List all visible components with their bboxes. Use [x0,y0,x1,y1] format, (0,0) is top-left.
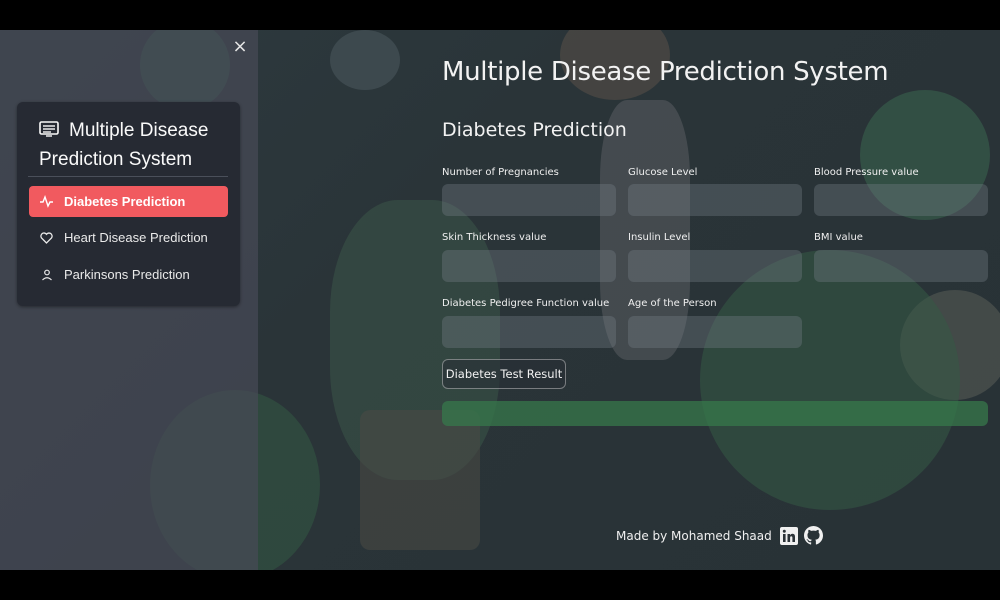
app-window: × Multiple Disease Prediction System Dia… [0,30,1000,570]
menu-divider [28,176,228,177]
section-title: Diabetes Prediction [442,119,627,141]
menu-title-text: Multiple Disease Prediction System [39,120,209,170]
footer: Made by Mohamed Shaad [616,526,823,545]
age-label: Age of the Person [628,298,717,309]
glucose-label: Glucose Level [628,167,698,178]
insulin-label: Insulin Level [628,232,691,243]
menu-item-heart-disease[interactable]: Heart Disease Prediction [29,222,228,253]
menu-item-label: Diabetes Prediction [64,194,186,209]
pedigree-function-label: Diabetes Pedigree Function value [442,298,610,309]
pedigree-function-input[interactable] [442,316,616,348]
bg-shape [700,250,960,510]
skin-thickness-input[interactable] [442,250,616,282]
glucose-input[interactable] [628,184,802,216]
github-icon[interactable] [803,526,823,545]
person-icon [40,268,53,281]
menu-item-label: Heart Disease Prediction [64,230,208,245]
linkedin-icon[interactable] [779,526,798,545]
sidebar: × Multiple Disease Prediction System Dia… [0,30,258,570]
blood-pressure-label: Blood Pressure value [814,167,919,178]
bg-shape [330,30,400,90]
bg-shape [360,410,480,550]
blood-pressure-input[interactable] [814,184,988,216]
pregnancies-input[interactable] [442,184,616,216]
activity-icon [40,195,53,208]
credit-text: Made by Mohamed Shaad [616,528,772,543]
bmi-label: BMI value [814,232,863,243]
age-input[interactable] [628,316,802,348]
navigation-menu: Multiple Disease Prediction System Diabe… [17,102,240,306]
close-icon[interactable]: × [231,38,249,56]
menu-item-label: Parkinsons Prediction [64,267,190,282]
menu-item-parkinsons[interactable]: Parkinsons Prediction [29,259,228,290]
skin-thickness-label: Skin Thickness value [442,232,547,243]
menu-title: Multiple Disease Prediction System [39,116,229,174]
menu-item-diabetes[interactable]: Diabetes Prediction [29,186,228,217]
heart-icon [40,231,53,244]
bmi-input[interactable] [814,250,988,282]
document-list-icon [39,117,59,137]
diabetes-test-button[interactable]: Diabetes Test Result [442,359,566,389]
insulin-input[interactable] [628,250,802,282]
pregnancies-label: Number of Pregnancies [442,167,559,178]
page-title: Multiple Disease Prediction System [442,57,889,87]
result-message [442,401,988,426]
